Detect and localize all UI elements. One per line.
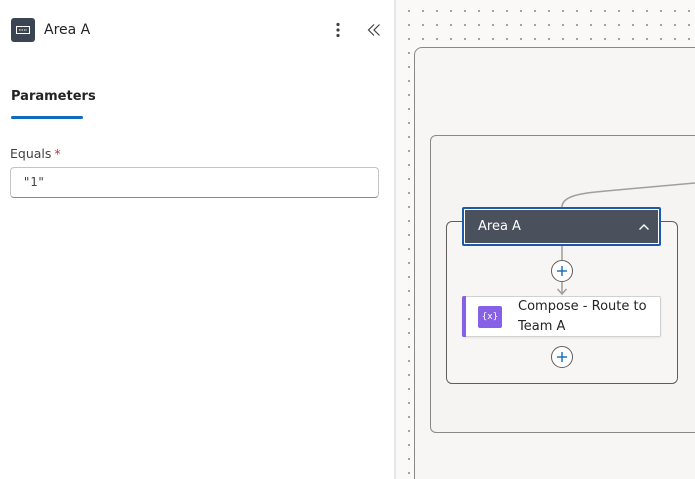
compose-icon: {x} — [478, 306, 502, 328]
details-panel: Area A Parameters Equals * "1" — [0, 0, 394, 479]
equals-input[interactable]: "1" — [10, 167, 379, 198]
action-accent-bar — [462, 296, 466, 337]
action-title: Compose - Route to Team A — [518, 299, 647, 334]
tab-parameters-label: Parameters — [11, 89, 96, 104]
required-indicator: * — [54, 146, 61, 161]
more-options-button[interactable] — [328, 19, 348, 41]
switch-case-icon — [11, 18, 35, 42]
tab-parameters[interactable]: Parameters — [11, 89, 96, 119]
compose-action-card[interactable]: {x} Compose - Route to Team A — [462, 296, 661, 337]
insert-step-button[interactable] — [551, 260, 573, 282]
equals-label-text: Equals — [10, 146, 52, 161]
panel-header: Area A — [0, 0, 394, 60]
chevron-up-icon[interactable] — [637, 220, 651, 234]
equals-label: Equals * — [10, 146, 61, 162]
case-area-a-header[interactable]: Area A — [462, 207, 661, 246]
case-title: Area A — [478, 219, 521, 234]
panel-title[interactable]: Area A — [44, 21, 90, 39]
more-vertical-icon — [336, 22, 340, 38]
plus-icon — [557, 352, 567, 362]
plus-icon — [557, 266, 567, 276]
double-chevron-left-icon — [367, 24, 380, 36]
collapse-panel-button[interactable] — [364, 20, 384, 40]
tab-active-indicator — [11, 116, 83, 119]
designer-canvas[interactable]: Area A {x} Compose - Route to Team A — [396, 0, 695, 479]
add-step-button[interactable] — [551, 346, 573, 368]
